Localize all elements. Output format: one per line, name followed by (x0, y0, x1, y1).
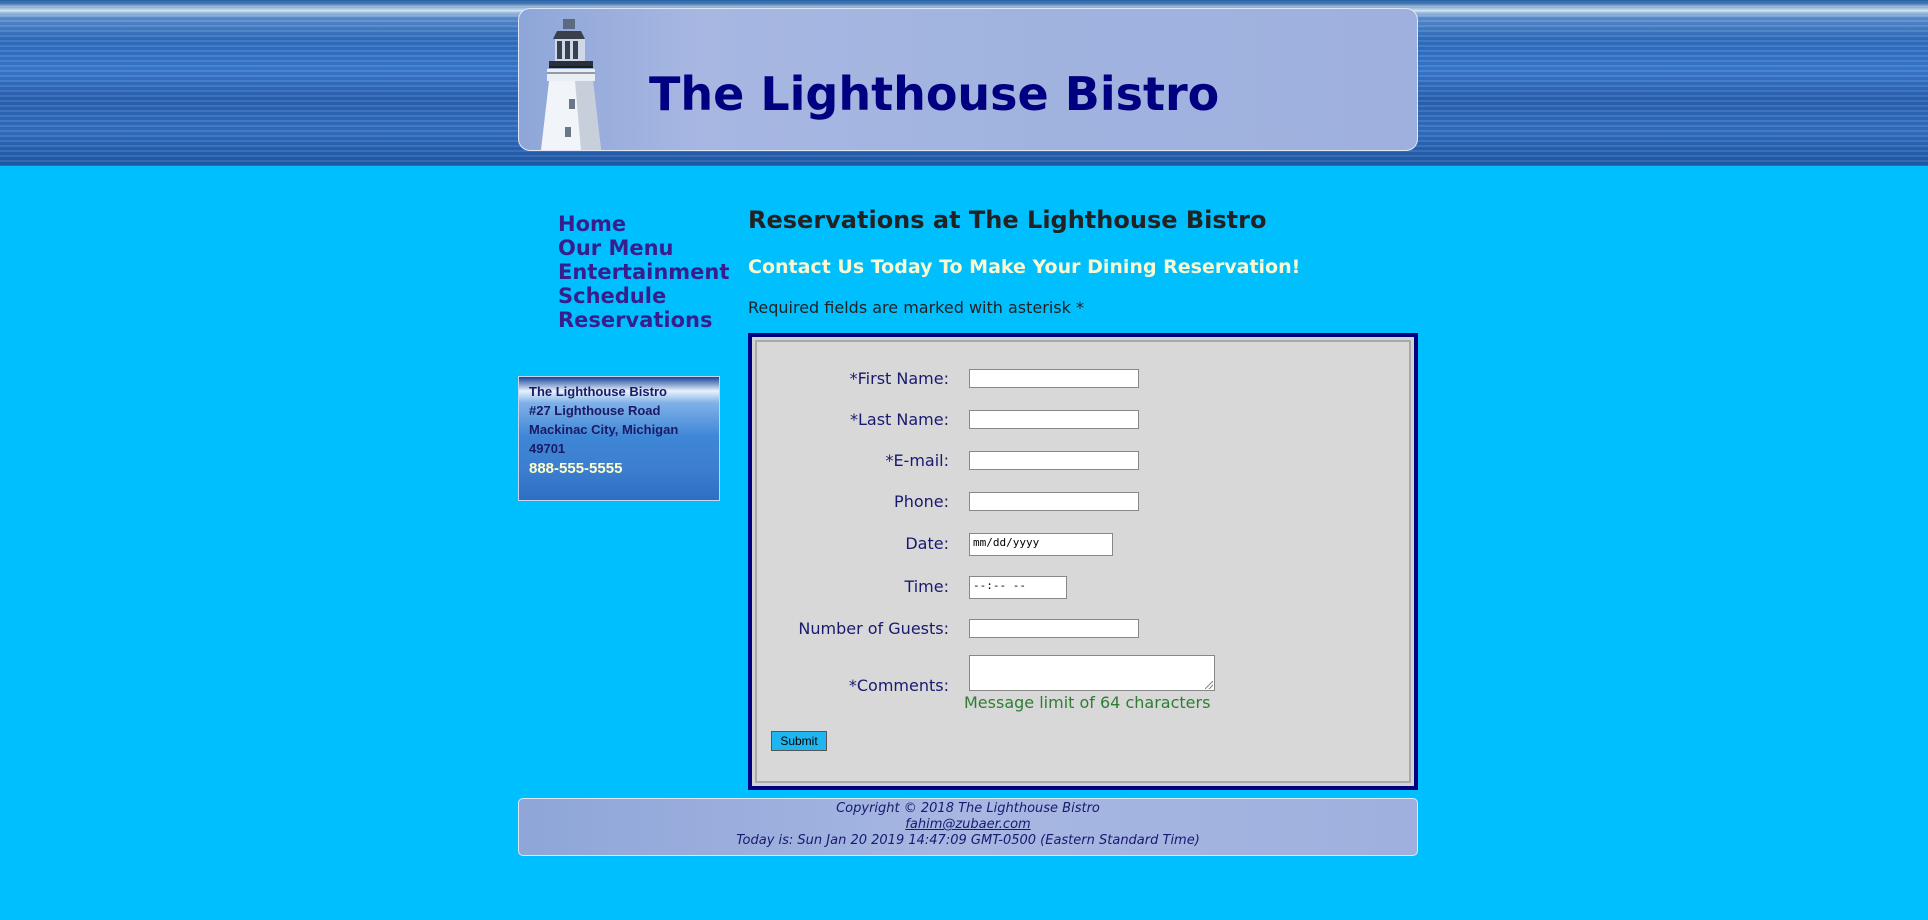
email-input[interactable] (969, 451, 1139, 470)
header: The Lighthouse Bistro (518, 8, 1418, 151)
nav-entertainment[interactable]: Entertainment (558, 260, 729, 284)
lighthouse-image (541, 19, 601, 150)
nav-our-menu[interactable]: Our Menu (558, 236, 729, 260)
nav-home[interactable]: Home (558, 212, 729, 236)
first-name-input[interactable] (969, 369, 1139, 388)
submit-button[interactable]: Submit (771, 731, 827, 751)
message-limit-note: Message limit of 64 characters (964, 693, 1211, 712)
comments-label: *Comments: (848, 676, 949, 695)
nav-schedule[interactable]: Schedule (558, 284, 729, 308)
resize-grip-icon[interactable] (1205, 681, 1213, 689)
footer-email-link[interactable]: fahim@zubaer.com (905, 817, 1030, 832)
footer: Copyright © 2018 The Lighthouse Bistro f… (518, 798, 1418, 856)
address-street: #27 Lighthouse Road (529, 403, 661, 418)
address-card: The Lighthouse Bistro #27 Lighthouse Roa… (518, 376, 720, 501)
guests-input[interactable] (969, 619, 1139, 638)
date-label: Date: (905, 534, 949, 553)
time-label: Time: (904, 577, 949, 596)
phone-input[interactable] (969, 492, 1139, 511)
email-label: *E-mail: (885, 451, 949, 470)
page-heading: Reservations at The Lighthouse Bistro (748, 206, 1267, 234)
first-name-label: *First Name: (849, 369, 949, 388)
nav-reservations[interactable]: Reservations (558, 308, 729, 332)
required-note: Required fields are marked with asterisk… (748, 298, 1084, 317)
date-input[interactable]: mm/dd/yyyy (969, 533, 1113, 556)
last-name-input[interactable] (969, 410, 1139, 429)
comments-textarea[interactable] (969, 655, 1215, 691)
address-zip: 49701 (529, 441, 566, 456)
phone-label: Phone: (894, 492, 949, 511)
main-content: Reservations at The Lighthouse Bistro Co… (748, 206, 1418, 317)
guests-label: Number of Guests: (798, 619, 949, 638)
page-subheading: Contact Us Today To Make Your Dining Res… (748, 256, 1301, 278)
last-name-label: *Last Name: (849, 410, 949, 429)
time-input[interactable]: --:-- -- (969, 576, 1067, 599)
today-text: Today is: Sun Jan 20 2019 14:47:09 GMT-0… (736, 833, 1200, 848)
copyright-text: Copyright © 2018 The Lighthouse Bistro (836, 801, 1100, 816)
address-name: The Lighthouse Bistro (529, 384, 667, 399)
reservation-form: *First Name: *Last Name: *E-mail: Phone:… (748, 333, 1418, 790)
address-phone: 888-555-5555 (529, 460, 623, 477)
main-nav: Home Our Menu Entertainment Schedule Res… (558, 212, 729, 332)
address-city: Mackinac City, Michigan (529, 422, 679, 437)
site-title: The Lighthouse Bistro (649, 67, 1220, 121)
